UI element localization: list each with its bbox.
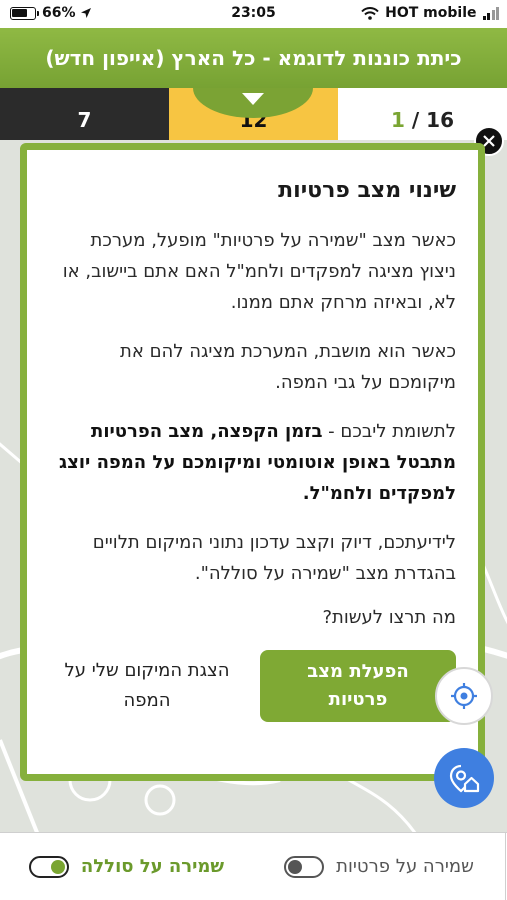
locate-me-button[interactable]	[435, 667, 493, 725]
header-title: כיתת כוננות לדוגמא - כל הארץ (אייפון חדש…	[45, 46, 462, 70]
privacy-mode-dialog: שינוי מצב פרטיות כאשר מצב "שמירה על פרטי…	[20, 143, 485, 781]
home-pin-icon	[449, 764, 480, 793]
dialog-paragraph-3-intro: לתשומת ליבכם -	[322, 421, 456, 442]
tab-count-dark[interactable]: 7	[0, 88, 169, 140]
dialog-paragraph-2: כאשר הוא מושבת, המערכת מציגה להם את מיקו…	[120, 341, 456, 393]
home-location-button[interactable]	[434, 748, 494, 808]
dialog-paragraph-4: לידיעתכם, דיוק וקצב עדכון נתוני המיקום ת…	[92, 532, 456, 584]
switch-knob	[288, 859, 303, 874]
wifi-icon	[361, 6, 379, 20]
tab-count-dark-value: 7	[77, 108, 92, 132]
switch-knob	[50, 859, 65, 874]
tab-count-white-sep: /	[404, 108, 427, 132]
status-right: HOT mobile	[361, 5, 499, 21]
enable-privacy-button[interactable]: הפעלת מצב פרטיות	[260, 650, 456, 722]
signal-icon	[482, 6, 499, 20]
privacy-switch[interactable]	[284, 855, 325, 878]
dialog-paragraph-3: לתשומת ליבכם - בזמן הקפצה, מצב הפרטיות מ…	[49, 416, 456, 509]
battery-saver-switch[interactable]	[28, 855, 69, 878]
dialog-actions: הפעלת מצב פרטיות הצגת המיקום שלי על המפה	[49, 650, 456, 722]
tab-count-white-current: 1	[391, 108, 405, 132]
privacy-label: שמירה על פרטיות	[336, 856, 474, 877]
dialog-question: מה תרצו לעשות?	[322, 607, 456, 628]
app-header: כיתת כוננות לדוגמא - כל הארץ (אייפון חדש…	[0, 28, 507, 88]
dialog-paragraph-1: כאשר מצב "שמירה על פרטיות" מופעל, מערכת …	[62, 230, 456, 313]
show-location-button[interactable]: הצגת המיקום שלי על המפה	[49, 650, 245, 722]
status-bar: 66% 23:05 HOT mobile	[0, 0, 507, 28]
bottom-toggle-bar: שמירה על סוללה שמירה על פרטיות	[0, 832, 507, 900]
chevron-down-icon	[242, 93, 264, 105]
battery-saver-toggle-row[interactable]: שמירה על סוללה	[0, 833, 253, 900]
battery-saver-label: שמירה על סוללה	[80, 856, 225, 877]
carrier-name: HOT mobile	[385, 5, 477, 21]
privacy-toggle-row[interactable]: שמירה על פרטיות	[253, 833, 506, 900]
dialog-title: שינוי מצב פרטיות	[278, 178, 456, 203]
tab-count-white-total: 16	[426, 108, 454, 132]
crosshair-icon	[451, 683, 477, 709]
